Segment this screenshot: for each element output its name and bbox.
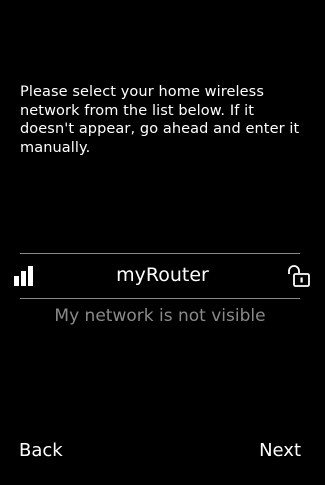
next-button[interactable]: Next bbox=[259, 439, 301, 463]
instructions-text: Please select your home wireless network… bbox=[20, 84, 300, 156]
list-divider-bottom bbox=[20, 298, 300, 299]
network-name: myRouter bbox=[116, 264, 209, 286]
network-list-item[interactable]: myRouter bbox=[0, 254, 325, 298]
network-not-visible-link[interactable]: My network is not visible bbox=[0, 305, 320, 327]
back-button[interactable]: Back bbox=[19, 439, 63, 463]
lock-icon bbox=[288, 265, 310, 287]
